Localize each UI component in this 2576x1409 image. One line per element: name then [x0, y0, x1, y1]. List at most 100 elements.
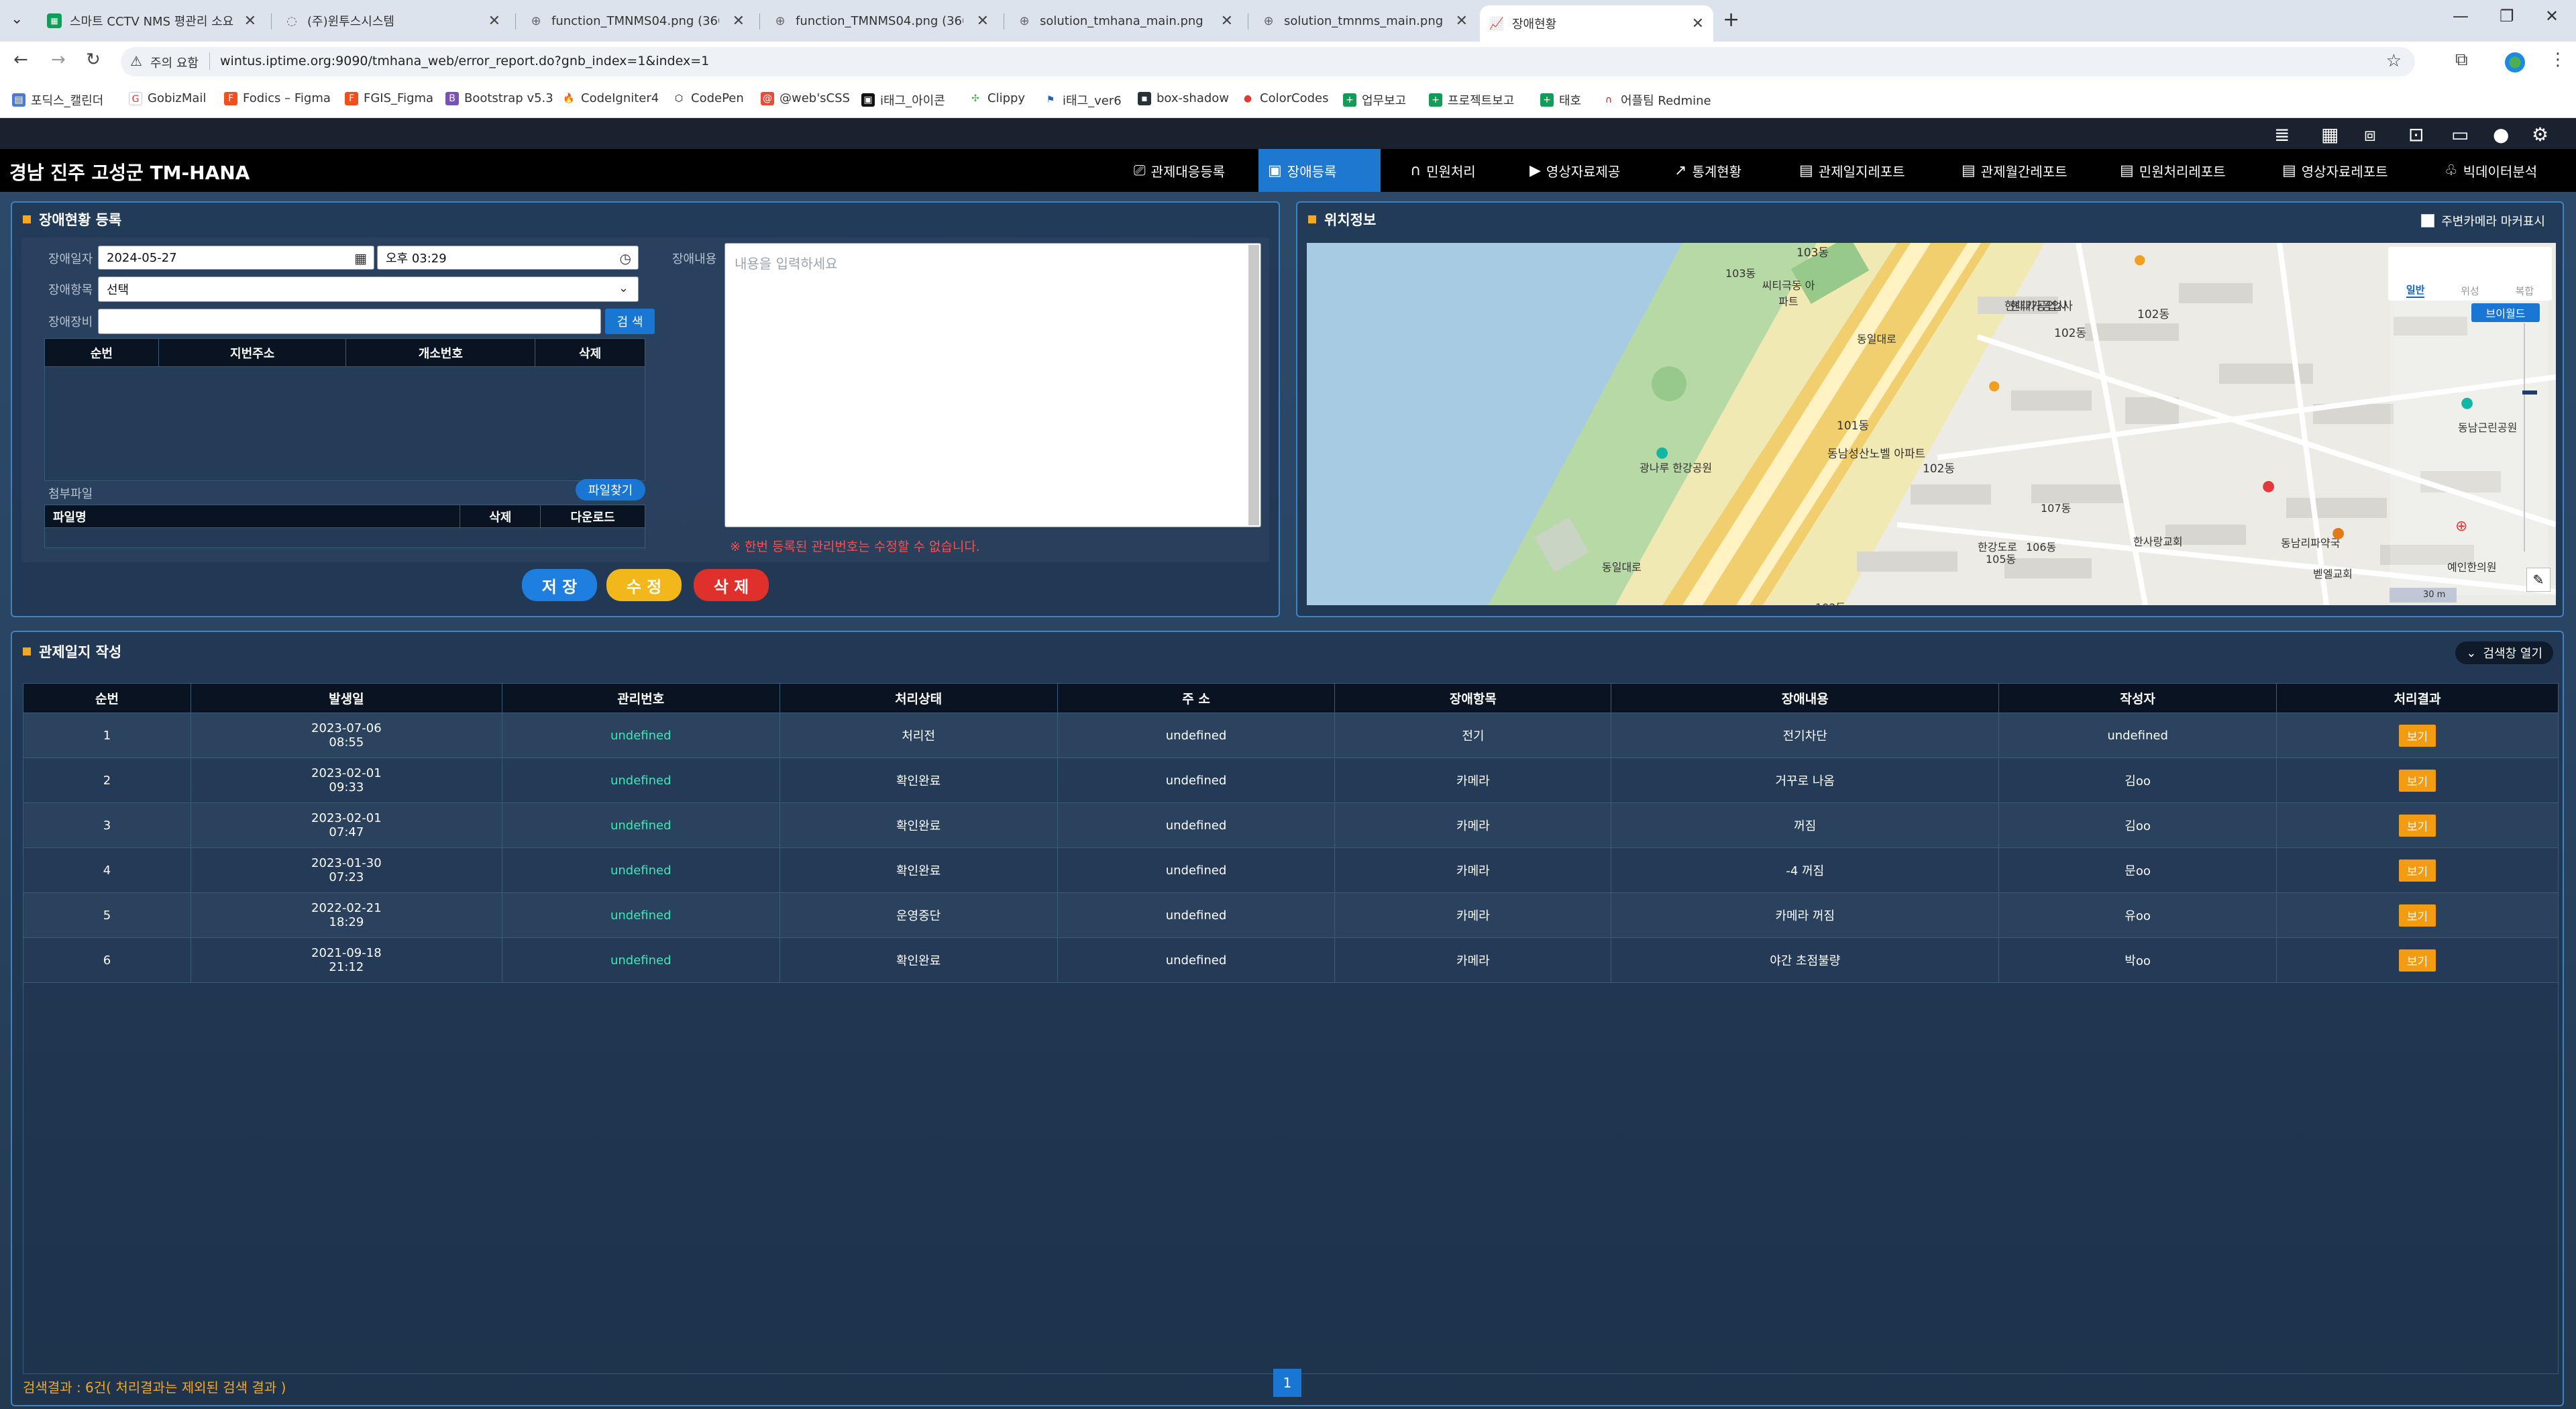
close-icon[interactable]: ✕	[488, 13, 500, 30]
bookmark-item[interactable]: ▣ i태그_아이콘	[861, 91, 945, 109]
file-find-button[interactable]: 파일찾기	[576, 479, 645, 501]
browser-tab[interactable]: ⊕ function_TMNMS04.png (3604 ✕	[519, 5, 754, 36]
security-label[interactable]: 주의 요함	[150, 54, 199, 71]
url-text[interactable]: wintus.iptime.org:9090/tmhana_web/error_…	[220, 54, 709, 68]
calendar-icon[interactable]: ▦	[2321, 123, 2339, 146]
cell-mgmt[interactable]: undefined	[501, 892, 780, 938]
map-view[interactable]: 103동 씨티극동 아파트 현대가공업사 102동 102동 102동 101동…	[1307, 243, 2556, 605]
close-icon[interactable]: ✕	[1692, 15, 1704, 32]
clock-icon[interactable]: ◷	[620, 250, 631, 266]
menu-item[interactable]: ▤ 관제월간레포트	[1952, 149, 2077, 192]
bookmark-item[interactable]: 🔥 CodeIgniter4	[562, 91, 659, 105]
table-row[interactable]: 5 2022-02-21 18:29 undefined 운영중단 undefin…	[23, 892, 2559, 938]
cell-mgmt[interactable]: undefined	[501, 802, 780, 848]
nearby-camera-toggle[interactable]: 주변카메라 마커표시	[2421, 212, 2545, 229]
menu-item[interactable]: ▤ 관제일지레포트	[1790, 149, 1915, 192]
content-textarea[interactable]: 내용을 입력하세요	[724, 243, 1261, 527]
profile-avatar[interactable]	[2505, 52, 2525, 72]
close-icon[interactable]: ✕	[1456, 13, 1468, 30]
table-row[interactable]: 6 2021-09-18 21:12 undefined 확인완료 undefin…	[23, 937, 2559, 983]
more-menu-icon[interactable]: ⋮	[2549, 50, 2567, 70]
table-row[interactable]: 4 2023-01-30 07:23 undefined 확인완료 undefin…	[23, 847, 2559, 893]
forward-icon[interactable]: →	[51, 50, 66, 70]
bookmark-item[interactable]: F Fodics – Figma	[224, 91, 331, 105]
gear-icon[interactable]: ⚙	[2532, 123, 2548, 146]
browser-tab[interactable]: ▦ 스마트 CCTV NMS 평관리 소요 ✕	[38, 5, 266, 36]
menu-item-active[interactable]: ▣ 장애등록	[1258, 149, 1381, 192]
map-type-normal[interactable]: 일반	[2406, 282, 2425, 298]
bookmark-item[interactable]: + 업무보고	[1343, 91, 1406, 109]
map-type-satellite[interactable]: 위성	[2461, 284, 2479, 298]
url-field[interactable]: ⚠ 주의 요함 wintus.iptime.org:9090/tmhana_we…	[121, 47, 2415, 76]
browser-tab[interactable]: ⊕ solution_tmhana_main.png (76 ✕	[1008, 5, 1242, 36]
menu-item[interactable]: ♧ 빅데이터분석	[2435, 149, 2546, 192]
new-tab-button[interactable]: +	[1723, 8, 1739, 32]
bookmark-item[interactable]: @ @web'sCSS	[761, 91, 850, 105]
date-input[interactable]: 2024-05-27 ▦	[98, 246, 374, 270]
warning-icon[interactable]: ⚠	[130, 53, 142, 69]
close-icon[interactable]: ✕	[977, 13, 989, 30]
delete-button[interactable]: 삭 제	[694, 569, 769, 601]
map-type-hybrid[interactable]: 복합	[2516, 284, 2534, 298]
display-icon[interactable]: ⧈	[2364, 123, 2376, 146]
device-input[interactable]	[98, 309, 601, 334]
bookmark-item[interactable]: ▪ box-shadow	[1138, 91, 1229, 105]
close-icon[interactable]: ✕	[244, 13, 256, 30]
video-icon[interactable]: ⊡	[2408, 123, 2424, 146]
zoom-handle[interactable]	[2522, 390, 2537, 395]
edit-list-icon[interactable]: ≣	[2274, 123, 2290, 146]
window-close-button[interactable]: ✕	[2545, 7, 2559, 25]
view-button[interactable]: 보기	[2398, 724, 2436, 747]
table-row[interactable]: 2 2023-02-01 09:33 undefined 확인완료 undefin…	[23, 758, 2559, 803]
bookmark-item[interactable]: ⚑ i태그_ver6	[1044, 91, 1122, 109]
bookmark-item[interactable]: F FGIS_Figma	[345, 91, 433, 105]
toggle-search-button[interactable]: ⌄ 검색창 열기	[2455, 641, 2553, 664]
textarea-scrollbar[interactable]	[1248, 245, 1259, 525]
menu-item[interactable]: ▶ 영상자료제공	[1520, 149, 1629, 192]
table-row[interactable]: 3 2023-02-01 07:47 undefined 확인완료 undefin…	[23, 802, 2559, 848]
close-icon[interactable]: ✕	[733, 13, 745, 30]
pagination-page[interactable]: 1	[1273, 1369, 1301, 1397]
checkbox[interactable]	[2421, 214, 2435, 227]
cell-mgmt[interactable]: undefined	[501, 937, 780, 983]
bookmark-item[interactable]: G GobizMail	[129, 91, 206, 105]
message-icon[interactable]: ▭	[2451, 123, 2469, 146]
browser-tab[interactable]: ⊕ function_TMNMS04.png (3604 ✕	[763, 5, 998, 36]
user-icon[interactable]: ●	[2493, 123, 2509, 146]
ruler-icon[interactable]: ✎	[2526, 568, 2551, 592]
zoom-slider[interactable]	[2522, 323, 2537, 552]
cell-mgmt[interactable]: undefined	[501, 713, 780, 758]
minimize-button[interactable]: —	[2453, 7, 2469, 25]
close-icon[interactable]: ✕	[1221, 13, 1233, 30]
bookmark-item[interactable]: ● ColorCodes	[1241, 91, 1328, 105]
save-button[interactable]: 저 장	[522, 569, 597, 601]
reload-icon[interactable]: ↻	[86, 50, 101, 70]
bookmark-item[interactable]: B Bootstrap v5.3	[445, 91, 553, 105]
bookmark-item[interactable]: ✣ Clippy	[969, 91, 1025, 105]
cell-mgmt[interactable]: undefined	[501, 758, 780, 803]
search-button[interactable]: 검 색	[605, 309, 655, 334]
menu-item[interactable]: ▤ 영상자료레포트	[2273, 149, 2398, 192]
view-button[interactable]: 보기	[2398, 814, 2436, 837]
cell-mgmt[interactable]: undefined	[501, 847, 780, 893]
view-button[interactable]: 보기	[2398, 904, 2436, 927]
calendar-icon[interactable]: ▦	[354, 250, 367, 266]
bookmark-star-icon[interactable]: ☆	[2386, 51, 2402, 71]
edit-button[interactable]: 수 정	[606, 569, 682, 601]
bookmark-item[interactable]: ∩ 어플팀 Redmine	[1602, 91, 1711, 109]
table-row[interactable]: 1 2023-07-06 08:55 undefined 처리전 undefine…	[23, 713, 2559, 758]
view-button[interactable]: 보기	[2398, 949, 2436, 972]
view-button[interactable]: 보기	[2398, 859, 2436, 882]
time-input[interactable]: 오후 03:29 ◷	[377, 246, 639, 270]
vworld-button[interactable]: 브이월드	[2471, 303, 2540, 322]
maximize-button[interactable]: ❐	[2500, 7, 2514, 25]
browser-tab[interactable]: ⊕ solution_tmnms_main.png (72 ✕	[1252, 5, 1477, 36]
bookmark-item[interactable]: ⬡ CodePen	[672, 91, 744, 105]
menu-item[interactable]: ▤ 민원처리레포트	[2110, 149, 2235, 192]
menu-item[interactable]: ∩ 민원처리	[1401, 149, 1485, 192]
browser-tab[interactable]: ◌ (주)윈투스시스템 ✕	[275, 5, 510, 36]
extensions-icon[interactable]: ⧉	[2455, 50, 2468, 70]
menu-item[interactable]: ⎚ 관제대응등록	[1124, 149, 1234, 192]
browser-tab-active[interactable]: 📈 장애현황 ✕	[1480, 5, 1713, 42]
bookmark-item[interactable]: ▤ 포딕스_캘린더	[12, 91, 103, 109]
